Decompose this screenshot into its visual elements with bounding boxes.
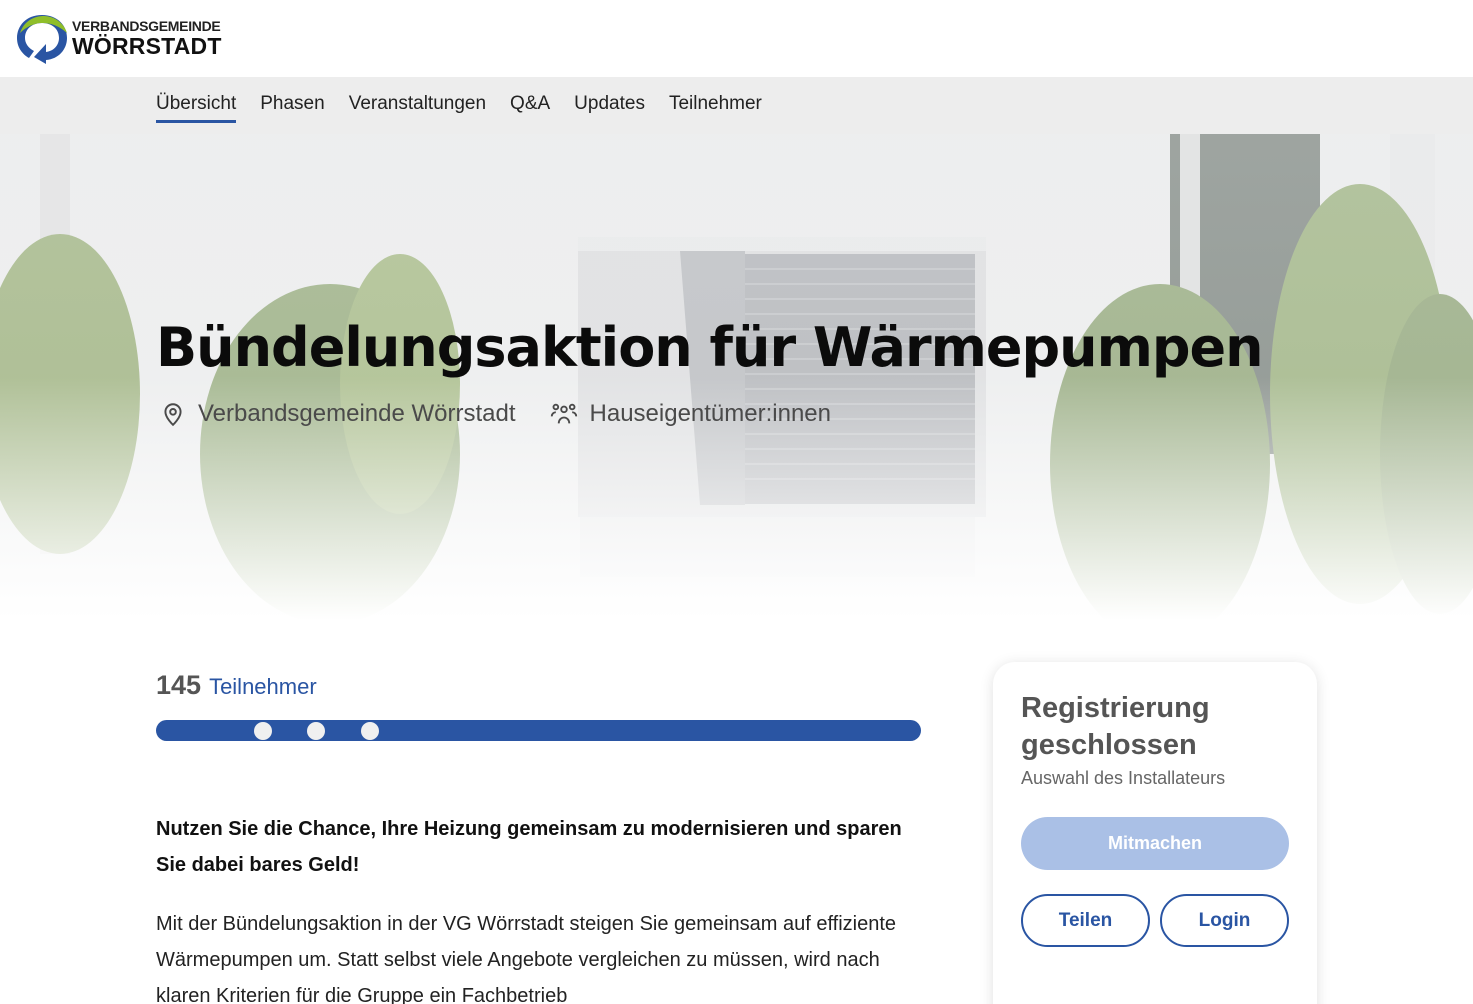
registration-card: Registrierung geschlossen Auswahl des In… <box>993 662 1317 1004</box>
header: VERBANDSGEMEINDE WÖRRSTADT <box>0 0 1473 77</box>
phase-marker <box>361 722 379 740</box>
phase-progress-bar <box>156 720 921 741</box>
share-button[interactable]: Teilen <box>1021 894 1150 947</box>
meta-audience: Hauseigentümer:innen <box>550 400 832 428</box>
participants-link[interactable]: Teilnehmer <box>209 674 317 700</box>
lead-text: Nutzen Sie die Chance, Ihre Heizung geme… <box>156 818 902 876</box>
tab-qa[interactable]: Q&A <box>510 77 550 123</box>
logo-line1: VERBANDSGEMEINDE <box>72 17 221 34</box>
participants-count: 145 <box>156 670 202 700</box>
phase-marker <box>254 722 272 740</box>
registration-phase: Auswahl des Installateurs <box>1021 768 1226 788</box>
people-icon <box>550 403 577 424</box>
join-button[interactable]: Mitmachen <box>1021 817 1289 870</box>
registration-status: Registrierung geschlossen <box>1021 692 1210 761</box>
intro-paragraph: Mit der Bündelungsaktion in der VG Wörrs… <box>156 913 897 1004</box>
location-text: Verbandsgemeinde Wörrstadt <box>198 400 516 427</box>
logo-mark-icon <box>17 15 67 64</box>
hero-banner: Bündelungsaktion für Wärmepumpen Verband… <box>0 134 1473 620</box>
tab-teilnehmer[interactable]: Teilnehmer <box>669 77 762 123</box>
main-nav: Übersicht Phasen Veranstaltungen Q&A Upd… <box>0 77 1473 134</box>
logo[interactable]: VERBANDSGEMEINDE WÖRRSTADT <box>14 11 222 65</box>
tab-updates[interactable]: Updates <box>574 77 645 123</box>
tab-uebersicht[interactable]: Übersicht <box>156 77 237 123</box>
page-title: Bündelungsaktion für Wärmepumpen <box>156 316 1264 379</box>
participants-counter: 145 Teilnehmer <box>156 670 317 701</box>
phase-marker <box>307 722 325 740</box>
meta-location: Verbandsgemeinde Wörrstadt <box>160 400 516 428</box>
tab-phasen[interactable]: Phasen <box>260 77 324 123</box>
tab-veranstaltungen[interactable]: Veranstaltungen <box>349 77 486 123</box>
location-pin-icon <box>164 403 182 427</box>
hero-meta: Verbandsgemeinde Wörrstadt Hauseigentüme… <box>160 400 831 428</box>
audience-text: Hauseigentümer:innen <box>589 400 832 427</box>
logo-line2: WÖRRSTADT <box>72 32 222 59</box>
login-button[interactable]: Login <box>1160 894 1289 947</box>
